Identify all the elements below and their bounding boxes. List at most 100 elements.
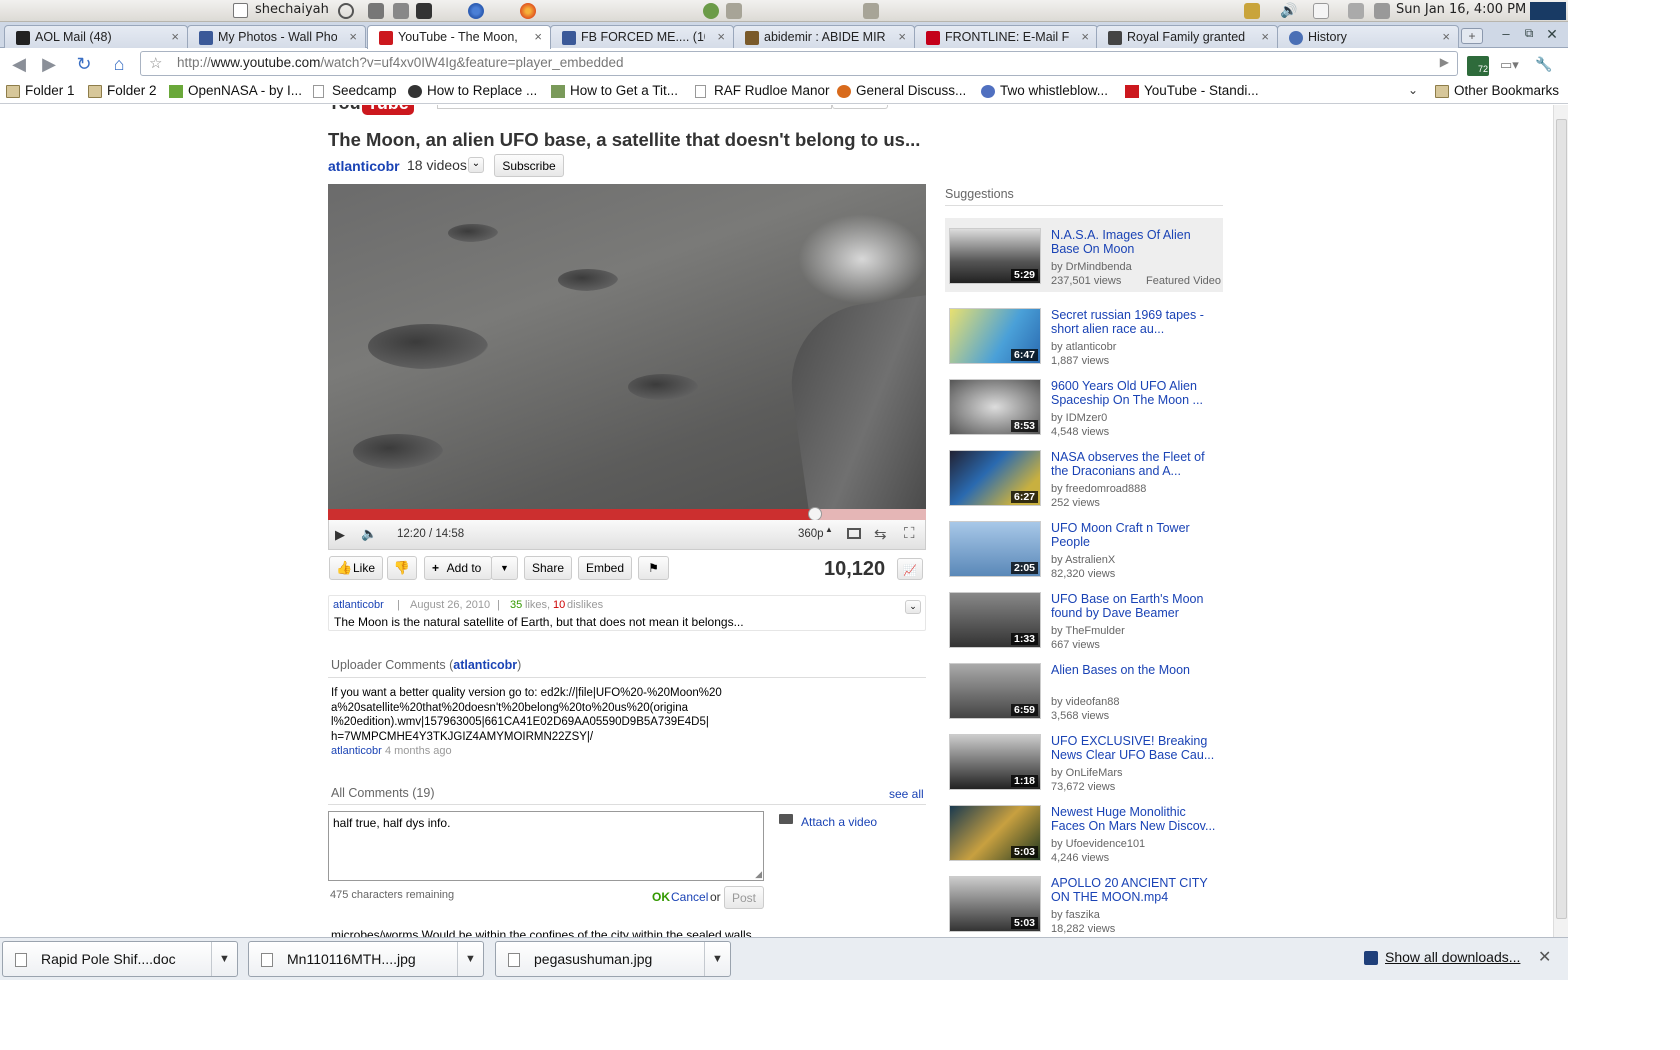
suggestion-thumbnail[interactable]: 1:18 (949, 734, 1041, 790)
video-scrubber-handle[interactable] (808, 507, 823, 521)
uploader-comment-author-link[interactable]: atlanticobr (331, 745, 382, 757)
bookmark-other-bookmarks[interactable]: Other Bookmarks (1435, 83, 1559, 98)
suggestion-thumbnail[interactable]: 6:59 (949, 663, 1041, 719)
channel-videos-dropdown-icon[interactable]: ⌄ (468, 157, 484, 173)
play-icon[interactable]: ▶ (335, 527, 345, 543)
username[interactable]: shechaiyah (255, 2, 329, 17)
suggestion-title[interactable]: UFO Base on Earth's Moon found by Dave B… (1051, 592, 1221, 620)
suggestion-item[interactable]: 5:29 N.A.S.A. Images Of Alien Base On Moo… (945, 218, 1223, 292)
extension-icon[interactable]: 72 (1467, 56, 1489, 76)
bookmark-folder-2[interactable]: Folder 2 (88, 83, 157, 98)
add-to-button[interactable]: + Add to (424, 556, 492, 580)
maximize-window-icon[interactable]: ⧉ (1520, 26, 1538, 42)
suggestion-title[interactable]: N.A.S.A. Images Of Alien Base On Moon (1051, 228, 1221, 256)
suggestion-thumbnail[interactable]: 2:05 (949, 521, 1041, 577)
address-bar[interactable]: ☆ http://www.youtube.com/watch?v=uf4xv0I… (140, 51, 1458, 76)
attach-video-link[interactable]: Attach a video (801, 815, 877, 829)
quality-selector[interactable]: 360p (798, 528, 824, 540)
bookmark-star-icon[interactable]: ☆ (149, 54, 162, 72)
video-player[interactable] (328, 184, 926, 520)
home-icon[interactable]: ⌂ (108, 53, 130, 75)
folder-icon[interactable] (863, 3, 879, 19)
close-tab-icon[interactable]: × (171, 29, 179, 44)
user-icon[interactable] (233, 3, 248, 18)
download-menu-chevron-icon[interactable]: ▼ (211, 942, 237, 976)
forward-arrow-icon[interactable]: ▶ (38, 53, 60, 75)
mail-icon[interactable] (1313, 3, 1329, 19)
bookmarks-overflow-chevron-icon[interactable]: ⌄ (1408, 83, 1418, 97)
comment-textarea[interactable]: half true, half dys info. ◢ (328, 811, 764, 881)
tab-history[interactable]: History × (1277, 25, 1459, 48)
bookmark-youtube-standi[interactable]: YouTube - Standi... (1125, 83, 1259, 98)
tab-abidemir[interactable]: abidemir : ABIDE MIR... × (733, 25, 915, 48)
video-progress-bar[interactable] (328, 507, 926, 521)
globe-icon[interactable] (703, 3, 719, 19)
suggestion-thumbnail[interactable]: 1:33 (949, 592, 1041, 648)
tab-royal-family[interactable]: Royal Family granted ... × (1096, 25, 1278, 48)
system-monitor-icon[interactable] (1530, 2, 1566, 20)
minimize-window-icon[interactable]: – (1497, 26, 1515, 42)
wrench-menu-icon[interactable]: 🔧 (1535, 56, 1559, 72)
suggestion-thumbnail[interactable]: 6:27 (949, 450, 1041, 506)
bookmark-two-whistleblow[interactable]: Two whistleblow... (981, 83, 1108, 98)
page-scrollbar[interactable] (1553, 105, 1568, 937)
resize-grip-icon[interactable]: ◢ (755, 869, 762, 880)
suggestion-thumbnail[interactable]: 8:53 (949, 379, 1041, 435)
fullscreen-icon[interactable]: ⛶ (904, 525, 915, 542)
tab-fb-forced[interactable]: FB FORCED ME.... (100) × (550, 25, 734, 48)
page-menu-icon[interactable]: ▭▾ (1500, 57, 1524, 73)
close-tab-icon[interactable]: × (349, 29, 357, 44)
close-tab-icon[interactable]: × (1442, 29, 1450, 44)
close-tab-icon[interactable]: × (1081, 29, 1089, 44)
youtube-logo[interactable]: You Tube (328, 105, 416, 117)
show-all-downloads-link[interactable]: Show all downloads... (1385, 949, 1520, 965)
suggestion-thumbnail[interactable]: 5:03 (949, 876, 1041, 932)
reload-icon[interactable]: ↻ (73, 53, 95, 75)
tab-my-photos[interactable]: My Photos - Wall Phot... × (187, 25, 366, 48)
back-arrow-icon[interactable]: ◀ (8, 53, 30, 75)
bookmark-how-to-get-a-tit[interactable]: How to Get a Tit... (551, 83, 678, 98)
update-icon[interactable] (1244, 3, 1260, 19)
suggestion-item[interactable]: 6:27 NASA observes the Fleet of the Draco… (945, 446, 1223, 510)
search-button-edge[interactable] (832, 105, 888, 109)
suggestion-title[interactable]: Newest Huge Monolithic Faces On Mars New… (1051, 805, 1221, 833)
suggestion-title[interactable]: NASA observes the Fleet of the Draconian… (1051, 450, 1221, 478)
stats-button[interactable]: 📈 (897, 558, 923, 580)
download-item[interactable]: Mn110116MTH....jpg ▼ (248, 941, 484, 977)
suggestion-item[interactable]: 5:03 APOLLO 20 ANCIENT CITY ON THE MOON.m… (945, 872, 1223, 936)
expand-description-icon[interactable]: ⌄ (905, 600, 921, 614)
share-button[interactable]: Share (524, 556, 572, 580)
suggestion-item[interactable]: 6:59 Alien Bases on the Moon by videofan88… (945, 659, 1223, 723)
network-tools-icon[interactable] (393, 3, 409, 19)
terminal-icon[interactable] (416, 3, 432, 19)
clock[interactable]: Sun Jan 16, 4:00 PM (1396, 2, 1526, 17)
suggestion-title[interactable]: UFO Moon Craft n Tower People (1051, 521, 1221, 549)
channel-link[interactable]: atlanticobr (328, 158, 400, 174)
close-tab-icon[interactable]: × (898, 29, 906, 44)
search-box-edge[interactable] (437, 105, 832, 109)
suggestion-item[interactable]: 1:18 UFO EXCLUSIVE! Breaking News Clear U… (945, 730, 1223, 794)
firefox-launcher-icon[interactable] (520, 3, 536, 19)
suggestion-title[interactable]: Secret russian 1969 tapes - short alien … (1051, 308, 1221, 336)
download-item[interactable]: pegasushuman.jpg ▼ (495, 941, 731, 977)
close-tab-icon[interactable]: × (1261, 29, 1269, 44)
suggestion-title[interactable]: APOLLO 20 ANCIENT CITY ON THE MOON.mp4 (1051, 876, 1221, 904)
close-window-icon[interactable]: ✕ (1543, 26, 1561, 42)
flag-button[interactable]: ⚑ (638, 556, 669, 580)
volume-icon[interactable]: 🔊 (1280, 3, 1297, 19)
close-shelf-icon[interactable]: ✕ (1538, 947, 1551, 967)
power-icon[interactable] (338, 3, 354, 19)
bookmark-folder-1[interactable]: Folder 1 (6, 83, 75, 98)
dislike-button[interactable]: 👎 (387, 556, 417, 580)
post-button[interactable]: Post (724, 886, 764, 909)
suggestion-title[interactable]: UFO EXCLUSIVE! Breaking News Clear UFO B… (1051, 734, 1221, 762)
network-icon[interactable] (1374, 3, 1390, 19)
suggestion-item[interactable]: 6:47 Secret russian 1969 tapes - short al… (945, 304, 1223, 368)
tab-youtube-moon[interactable]: YouTube - The Moon, ... × (367, 25, 551, 49)
volume-icon[interactable]: 🔈 (361, 526, 377, 542)
tab-aol-mail[interactable]: AOL Mail (48) × (4, 25, 188, 48)
add-to-dropdown[interactable]: ▼ (491, 556, 518, 580)
like-button[interactable]: 👍 Like (329, 556, 383, 580)
embed-button[interactable]: Embed (578, 556, 632, 580)
printer-icon[interactable] (1348, 3, 1364, 19)
